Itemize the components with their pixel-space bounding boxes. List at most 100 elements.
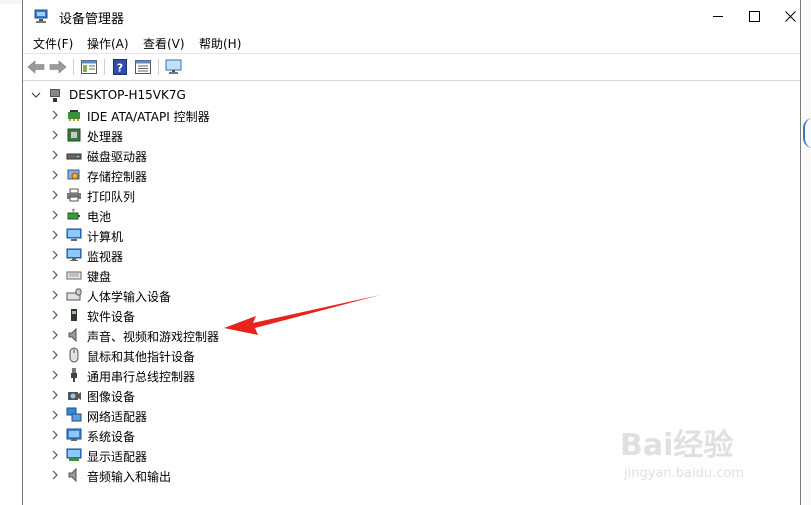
chevron-right-icon[interactable] [50,409,60,421]
watermark-url: jingyan.baidu.com [624,466,744,481]
menu-file[interactable]: 文件(F) [33,35,73,52]
tree-item[interactable]: 网络适配器 [24,405,424,425]
forward-arrow-icon [49,60,67,74]
chevron-right-icon[interactable] [50,309,60,321]
tree-item[interactable]: 存储控制器 [24,165,424,185]
background-window-edge [801,0,811,505]
tree-item-label: 电池 [87,210,112,224]
title-bar[interactable]: 设备管理器 [23,0,800,32]
tree-item-label: 音频输入和输出 [87,470,172,484]
chevron-right-icon[interactable] [50,289,60,301]
battery-icon [67,209,80,220]
toolbar: ? [23,53,800,81]
tree-item[interactable]: 磁盘驱动器 [24,145,424,165]
storage-controller-icon [67,169,80,180]
scan-hardware-button[interactable] [164,58,184,76]
tree-item[interactable]: 显示适配器 [24,445,424,465]
tree-item[interactable]: 通用串行总线控制器 [24,365,424,385]
background-window-mark [803,118,811,148]
chevron-right-icon[interactable] [50,149,60,161]
tree-item[interactable]: 系统设备 [24,425,424,445]
help-icon: ? [113,59,127,75]
system-device-icon [66,428,82,441]
tree-item[interactable]: 人体学输入设备 [24,285,424,305]
speaker-icon [68,327,77,343]
chevron-right-icon[interactable] [50,129,60,141]
mouse-icon [69,347,79,363]
tree-item[interactable]: 软件设备 [24,305,424,325]
audio-io-icon [68,467,77,483]
computer-name: DESKTOP-H15VK7G [69,88,186,102]
menu-help[interactable]: 帮助(H) [199,35,241,52]
back-button[interactable] [26,58,46,76]
close-icon [784,10,796,22]
chevron-right-icon[interactable] [50,169,60,181]
menu-view[interactable]: 查看(V) [143,35,185,52]
tree-item-label: 声音、视频和游戏控制器 [87,330,220,344]
help-button[interactable]: ? [110,58,130,76]
tree-item[interactable]: 键盘 [24,265,424,285]
forward-button[interactable] [48,58,68,76]
tree-item[interactable]: 电池 [24,205,424,225]
tree-item[interactable]: 图像设备 [24,385,424,405]
tree-item[interactable]: 打印队列 [24,185,424,205]
minimize-icon [713,15,723,17]
tree-item-label: 磁盘驱动器 [87,150,148,164]
tree-item-label: 网络适配器 [87,410,148,424]
chevron-right-icon[interactable] [50,269,60,281]
chevron-right-icon[interactable] [50,109,60,121]
toolbar-separator [104,59,105,75]
tree-item-label: 监视器 [87,250,124,264]
camera-icon [68,392,81,400]
tree-item[interactable]: IDE ATA/ATAPI 控制器 [24,105,424,125]
tree-item[interactable]: 计算机 [24,225,424,245]
tree-item[interactable]: 音频输入和输出 [24,465,424,485]
chevron-right-icon[interactable] [50,369,60,381]
chevron-right-icon[interactable] [50,449,60,461]
ide-controller-icon [68,110,80,121]
disk-drive-icon [66,153,82,160]
tree-item[interactable]: 监视器 [24,245,424,265]
tree-item-label: 存储控制器 [87,170,148,184]
chevron-right-icon[interactable] [50,329,60,341]
close-button[interactable] [772,0,808,32]
tree-item-label: 计算机 [87,230,124,244]
tree-item[interactable]: 处理器 [24,125,424,145]
software-device-icon [71,309,77,321]
printer-icon [67,188,81,202]
tree-item-label: IDE ATA/ATAPI 控制器 [87,110,210,124]
tree-root[interactable]: DESKTOP-H15VK7G [24,85,324,105]
tree-item-label: 键盘 [87,270,112,284]
hid-icon [66,288,82,301]
tree-item-label: 软件设备 [87,310,136,324]
tree-item-label: 系统设备 [87,430,136,444]
toolbar-separator [73,59,74,75]
tree-item-label: 处理器 [87,130,124,144]
processor-icon [67,128,81,142]
keyboard-icon [66,271,82,280]
minimize-button[interactable] [700,0,736,32]
chevron-right-icon[interactable] [50,469,60,481]
chevron-right-icon[interactable] [50,229,60,241]
tree-item[interactable]: 鼠标和其他指针设备 [24,345,424,365]
chevron-right-icon[interactable] [50,249,60,261]
tree-item-label: 图像设备 [87,390,136,404]
tree-item[interactable]: 声音、视频和游戏控制器 [24,325,424,345]
toolbar-separator [158,59,159,75]
maximize-button[interactable] [736,0,772,32]
properties-button[interactable] [133,58,153,76]
chevron-right-icon[interactable] [50,389,60,401]
chevron-right-icon[interactable] [50,429,60,441]
monitor-icon [66,248,82,261]
window-title: 设备管理器 [59,12,125,27]
menu-bar: 文件(F) 操作(A) 查看(V) 帮助(H) [23,32,800,52]
scan-hardware-monitor-icon [165,59,182,74]
tree-item-label: 人体学输入设备 [87,290,172,304]
menu-action[interactable]: 操作(A) [87,35,129,52]
chevron-down-icon[interactable] [31,89,41,101]
chevron-right-icon[interactable] [50,349,60,361]
chevron-right-icon[interactable] [50,209,60,221]
chevron-right-icon[interactable] [50,189,60,201]
show-hide-console-tree-button[interactable] [79,58,99,76]
console-tree-icon [81,60,97,74]
